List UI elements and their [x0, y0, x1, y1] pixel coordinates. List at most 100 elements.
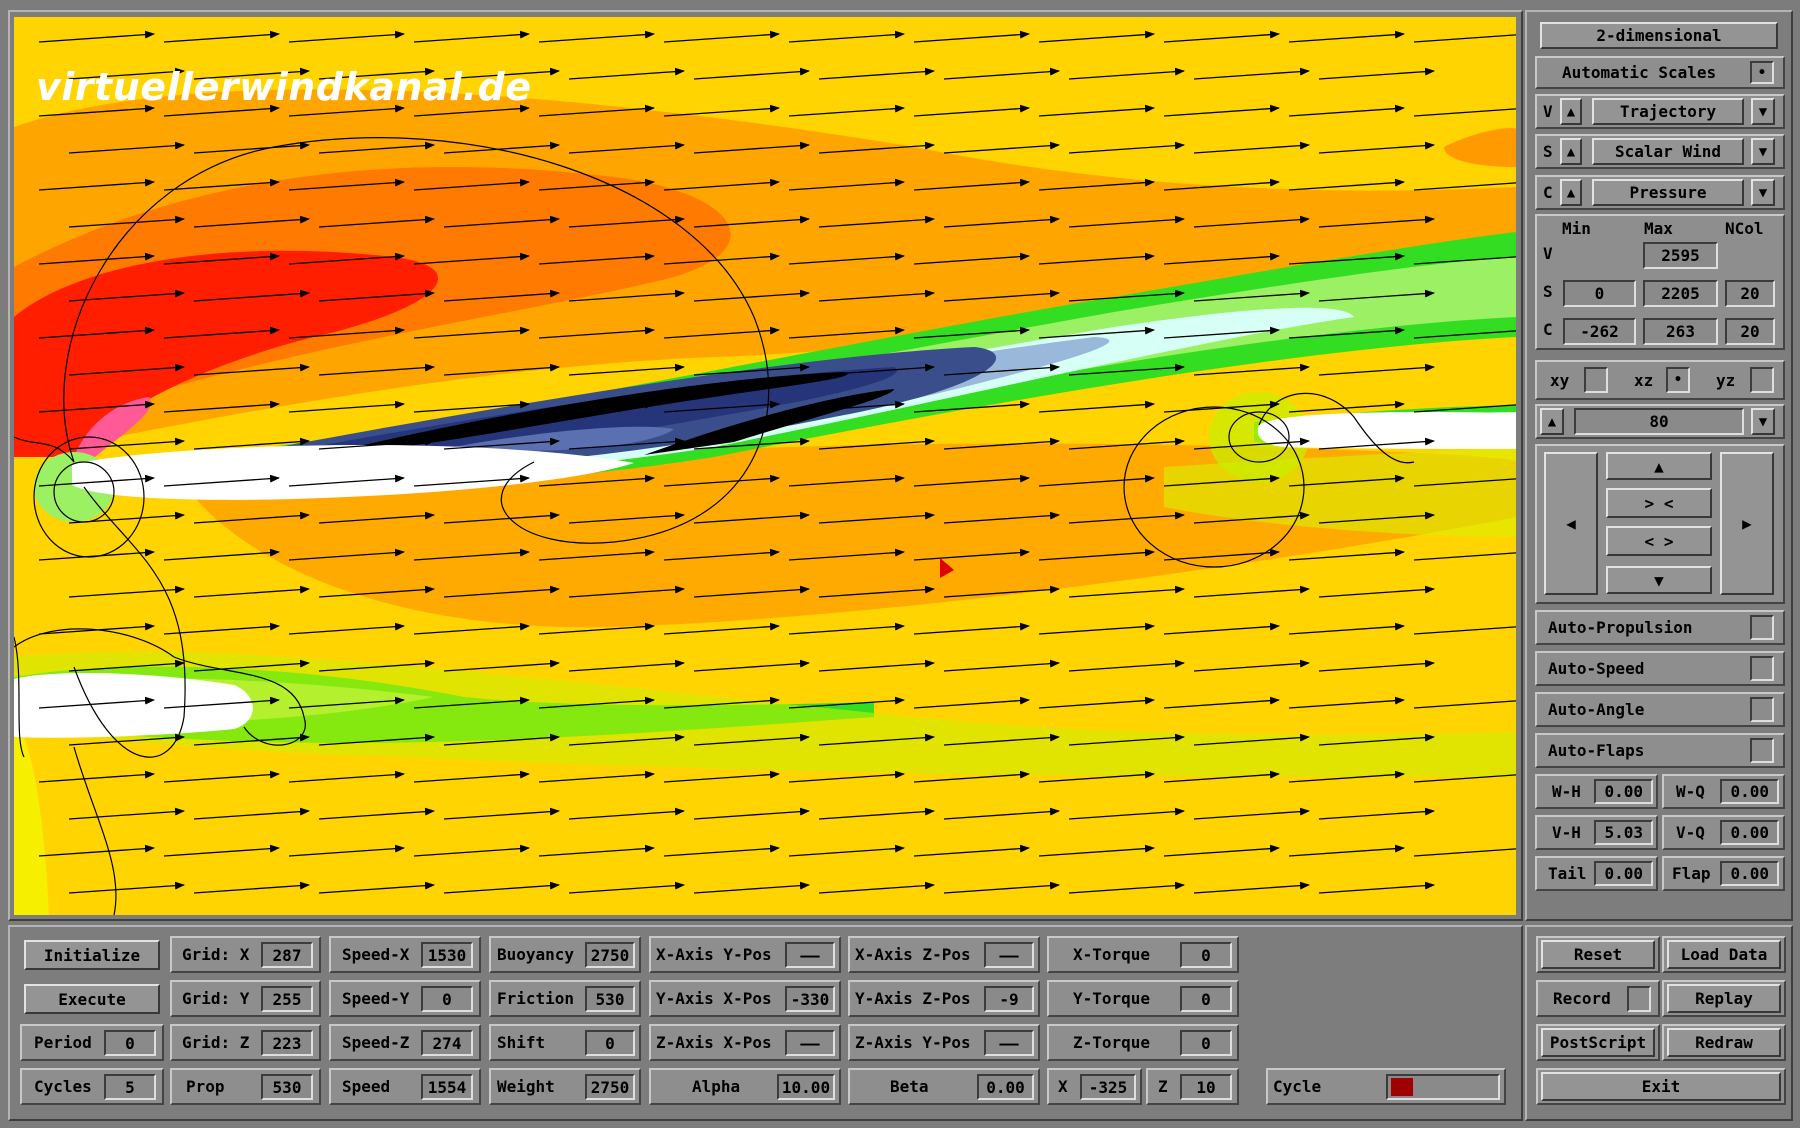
xaxis-ypos-field[interactable]: ——: [785, 942, 835, 968]
c-ncol-field[interactable]: 20: [1725, 318, 1775, 345]
x-pos-field[interactable]: -325: [1080, 1074, 1136, 1100]
yaxis-zpos-field[interactable]: -9: [984, 986, 1034, 1012]
pan-up-button[interactable]: ▲: [1606, 452, 1712, 480]
c-max-field[interactable]: 263: [1643, 318, 1718, 345]
pan-right-button[interactable]: ▶: [1720, 452, 1774, 595]
weight-label: Weight: [497, 1077, 555, 1096]
grid-z-field[interactable]: 223: [261, 1030, 313, 1056]
v-dropdown-arrow-icon[interactable]: ▼: [1751, 98, 1775, 125]
plane-select-row: [1535, 360, 1785, 400]
cycles-field[interactable]: 5: [104, 1074, 156, 1100]
redraw-button[interactable]: Redraw: [1667, 1028, 1781, 1057]
auto-angle-checkbox[interactable]: [1750, 697, 1774, 722]
buoyancy-field[interactable]: 2750: [585, 942, 635, 968]
period-field[interactable]: 0: [104, 1030, 156, 1056]
speed-z-field[interactable]: 274: [421, 1030, 473, 1056]
s-ncol-field[interactable]: 20: [1725, 280, 1775, 307]
v-max-field[interactable]: 2595: [1643, 242, 1718, 269]
yaxis-xpos-field[interactable]: -330: [785, 986, 835, 1012]
s-up-arrow-icon[interactable]: ▲: [1560, 138, 1582, 165]
tail-field[interactable]: 0.00: [1594, 861, 1653, 886]
x-torque-field[interactable]: 0: [1180, 942, 1232, 968]
z-torque-field[interactable]: 0: [1180, 1030, 1232, 1056]
initialize-button[interactable]: Initialize: [24, 940, 160, 970]
s-dropdown-arrow-icon[interactable]: ▼: [1751, 138, 1775, 165]
cycles-label: Cycles: [34, 1077, 92, 1096]
record-label: Record: [1553, 989, 1611, 1008]
speed-y-field[interactable]: 0: [421, 986, 473, 1012]
zaxis-xpos-field[interactable]: ——: [785, 1030, 835, 1056]
flap-label: Flap: [1672, 864, 1711, 883]
s-select-key: S: [1543, 142, 1553, 161]
flap-field[interactable]: 0.00: [1720, 861, 1779, 886]
shift-field[interactable]: 0: [585, 1030, 635, 1056]
c-select-value[interactable]: Pressure: [1592, 179, 1744, 206]
yaxis-xpos-label: Y-Axis X-Pos: [656, 989, 772, 1008]
c-min-field[interactable]: -262: [1563, 318, 1636, 345]
scales-header-max: Max: [1644, 218, 1673, 238]
zoom-in-button[interactable]: > <: [1606, 488, 1712, 518]
zaxis-ypos-field[interactable]: ——: [984, 1030, 1034, 1056]
alpha-field[interactable]: 10.00: [777, 1074, 835, 1100]
z-pos-field[interactable]: 10: [1180, 1074, 1232, 1100]
y-torque-field[interactable]: 0: [1180, 986, 1232, 1012]
vh-field[interactable]: 5.03: [1594, 820, 1653, 845]
prop-field[interactable]: 530: [261, 1074, 313, 1100]
s-min-field[interactable]: 0: [1563, 280, 1636, 307]
s-max-field[interactable]: 2205: [1643, 280, 1718, 307]
zoom-out-button[interactable]: < >: [1606, 526, 1712, 556]
slice-up-arrow-icon[interactable]: ▲: [1540, 408, 1564, 435]
speed-field[interactable]: 1554: [421, 1074, 473, 1100]
reset-button[interactable]: Reset: [1541, 940, 1655, 969]
wq-label: W-Q: [1676, 782, 1705, 801]
pan-down-button[interactable]: ▼: [1606, 566, 1712, 594]
scales-row-v-key: V: [1543, 243, 1553, 263]
pan-right-icon: ▶: [1742, 514, 1752, 533]
speed-y-label: Speed-Y: [342, 989, 410, 1008]
grid-y-field[interactable]: 255: [261, 986, 313, 1012]
pan-down-icon: ▼: [1654, 570, 1664, 590]
plane-xy-checkbox[interactable]: [1584, 367, 1608, 393]
v-up-arrow-icon[interactable]: ▲: [1560, 98, 1582, 125]
record-checkbox[interactable]: [1627, 986, 1651, 1012]
auto-speed-checkbox[interactable]: [1750, 656, 1774, 681]
s-select-value[interactable]: Scalar Wind: [1592, 138, 1744, 165]
load-data-button[interactable]: Load Data: [1667, 940, 1781, 969]
auto-flaps-checkbox[interactable]: [1750, 738, 1774, 763]
c-select-key: C: [1543, 183, 1553, 202]
plane-yz-checkbox[interactable]: [1750, 367, 1774, 393]
friction-label: Friction: [497, 989, 575, 1008]
pan-left-button[interactable]: ◀: [1544, 452, 1598, 595]
zaxis-ypos-label: Z-Axis Y-Pos: [855, 1033, 971, 1052]
friction-field[interactable]: 530: [585, 986, 635, 1012]
scales-row-s-key: S: [1543, 281, 1553, 301]
auto-flaps-label: Auto-Flaps: [1548, 741, 1645, 760]
replay-button[interactable]: Replay: [1667, 984, 1781, 1013]
beta-field[interactable]: 0.00: [977, 1074, 1034, 1100]
auto-propulsion-checkbox[interactable]: [1750, 615, 1774, 640]
execute-button[interactable]: Execute: [24, 984, 160, 1014]
speed-x-field[interactable]: 1530: [421, 942, 473, 968]
slice-value-field[interactable]: 80: [1574, 408, 1744, 435]
postscript-button[interactable]: PostScript: [1541, 1028, 1655, 1057]
flow-visualization[interactable]: virtuellerwindkanal.de: [14, 17, 1516, 915]
pan-left-icon: ◀: [1566, 514, 1576, 533]
auto-speed-label: Auto-Speed: [1548, 659, 1645, 678]
c-up-arrow-icon[interactable]: ▲: [1560, 179, 1582, 206]
c-dropdown-arrow-icon[interactable]: ▼: [1751, 179, 1775, 206]
weight-field[interactable]: 2750: [585, 1074, 635, 1100]
xaxis-zpos-field[interactable]: ——: [984, 942, 1034, 968]
plane-xz-checkbox[interactable]: •: [1666, 367, 1690, 393]
vq-field[interactable]: 0.00: [1720, 820, 1779, 845]
v-select-value[interactable]: Trajectory: [1592, 98, 1744, 125]
auto-scales-checkbox[interactable]: •: [1750, 61, 1774, 84]
exit-button[interactable]: Exit: [1541, 1072, 1781, 1101]
mode-2d-button[interactable]: 2-dimensional: [1540, 22, 1778, 49]
auto-propulsion-label: Auto-Propulsion: [1548, 618, 1693, 637]
grid-x-field[interactable]: 287: [261, 942, 313, 968]
cycle-progress-bar: [1386, 1074, 1500, 1100]
wq-field[interactable]: 0.00: [1720, 779, 1779, 804]
cycle-progress-fill: [1391, 1078, 1413, 1096]
slice-down-arrow-icon[interactable]: ▼: [1751, 408, 1775, 435]
wh-field[interactable]: 0.00: [1594, 779, 1653, 804]
